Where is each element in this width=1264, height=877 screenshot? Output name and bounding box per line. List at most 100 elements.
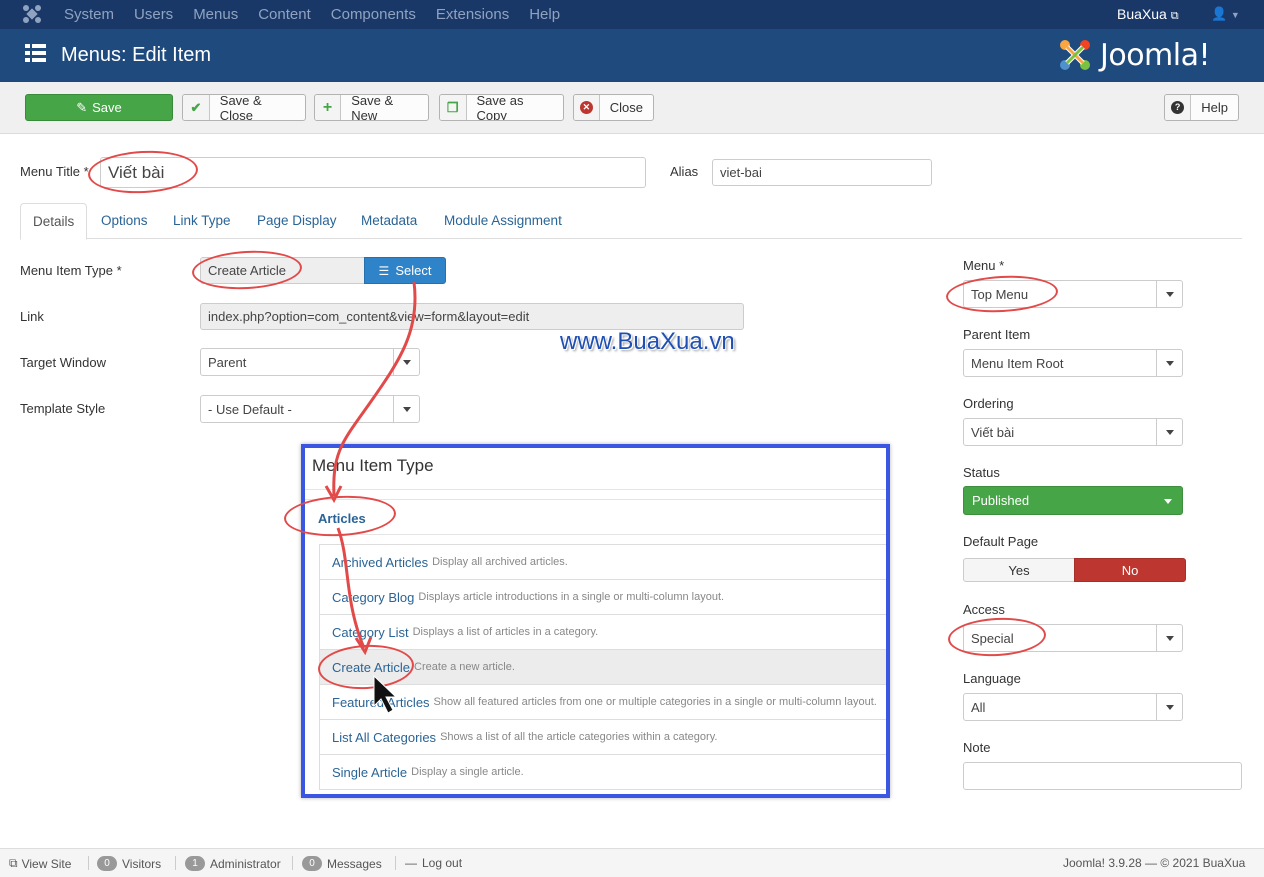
toolbar: ✎ Save ✔ Save & Close + Save & New ❐ Save…	[0, 82, 1264, 134]
target-window-label: Target Window	[20, 355, 106, 370]
joomla-logo-icon[interactable]	[22, 4, 42, 24]
panel-title: Menu Item Type	[312, 456, 434, 475]
view-site-link[interactable]: ⧉ View Site	[9, 856, 71, 871]
menu-help[interactable]: Help	[529, 6, 560, 23]
note-input[interactable]	[963, 762, 1242, 790]
save-new-label: Save & New	[351, 94, 394, 121]
template-style-select[interactable]: - Use Default -	[200, 395, 420, 423]
visitors-link[interactable]: 0 Visitors	[97, 856, 161, 871]
close-label: Close	[609, 100, 643, 115]
list-item[interactable]: Category Blog Displays article introducti…	[320, 580, 886, 615]
target-window-select[interactable]: Parent	[200, 348, 420, 376]
logout-label: Log out	[422, 856, 463, 870]
status-select[interactable]: Published	[963, 486, 1183, 515]
tab-details[interactable]: Details	[20, 203, 88, 240]
alias-input[interactable]: viet-bai	[712, 159, 932, 186]
user-icon: 👤	[1211, 6, 1228, 21]
brand-name: Joomla!	[1100, 38, 1211, 73]
item-name: Archived Articles	[332, 554, 429, 570]
view-site-label: View Site	[21, 856, 72, 871]
tab-options[interactable]: Options	[101, 203, 148, 239]
default-yes-button[interactable]: Yes	[963, 558, 1075, 582]
select-item-type-button[interactable]: ☰ Select	[364, 257, 446, 284]
help-label: Help	[1201, 100, 1228, 115]
annotation-circle	[191, 248, 303, 292]
parent-item-select[interactable]: Menu Item Root	[963, 349, 1183, 377]
parent-item-value: Menu Item Root	[971, 355, 1064, 371]
annotation-circle	[947, 615, 1047, 659]
messages-badge: 0	[302, 856, 322, 871]
menu-content[interactable]: Content	[258, 6, 311, 23]
menu-users[interactable]: Users	[134, 6, 173, 23]
close-button[interactable]: ✕ Close	[573, 94, 654, 121]
ordering-value: Viết bài	[971, 424, 1015, 440]
annotation-circle	[945, 273, 1059, 315]
note-label: Note	[963, 740, 991, 755]
access-label: Access	[963, 602, 1005, 617]
user-menu[interactable]: 👤 ▼	[1211, 6, 1240, 22]
menu-components[interactable]: Components	[331, 6, 416, 23]
list-menu-icon	[25, 44, 46, 62]
template-style-value: - Use Default -	[208, 401, 292, 417]
minus-icon: —	[405, 856, 417, 870]
link-label: Link	[20, 309, 44, 324]
visitors-label: Visitors	[122, 856, 162, 871]
save-new-button[interactable]: + Save & New	[314, 94, 429, 121]
menu-system[interactable]: System	[64, 6, 114, 23]
chevron-down-icon	[393, 396, 419, 422]
list-item[interactable]: Single Article Display a single article.	[320, 755, 886, 790]
status-value: Published	[972, 493, 1030, 508]
administrator-link[interactable]: 1 Administrator	[185, 856, 281, 871]
default-page-label: Default Page	[963, 534, 1039, 549]
admin-badge: 1	[185, 856, 205, 871]
save-copy-button[interactable]: ❐ Save as Copy	[439, 94, 564, 121]
help-button[interactable]: ? Help	[1164, 94, 1239, 121]
checkmark-icon: ✔	[183, 95, 210, 120]
status-footer: ⧉ View Site 0 Visitors 1 Administrator 0 Mes…	[0, 848, 1264, 877]
logout-link[interactable]: — Log out	[405, 856, 462, 870]
tab-module-assignment[interactable]: Module Assignment	[444, 203, 562, 239]
list-item[interactable]: Category List Displays a list of articles…	[320, 615, 886, 650]
item-name: Category Blog	[332, 589, 415, 605]
list-item[interactable]: List All Categories Shows a list of all t…	[320, 720, 886, 755]
item-name: Featured Articles	[332, 694, 430, 710]
plus-icon: +	[315, 95, 342, 120]
ordering-label: Ordering	[963, 396, 1014, 411]
item-desc: Display all archived articles.	[432, 556, 568, 568]
visitors-badge: 0	[97, 856, 117, 871]
list-item[interactable]: Archived Articles Display all archived ar…	[320, 545, 886, 580]
external-link-icon: ⧉	[9, 856, 18, 870]
close-icon: ✕	[574, 95, 600, 120]
save-close-button[interactable]: ✔ Save & Close	[182, 94, 306, 121]
item-desc: Shows a list of all the article categori…	[440, 731, 718, 743]
save-button[interactable]: ✎ Save	[25, 94, 173, 121]
chevron-down-icon	[1156, 350, 1182, 376]
target-window-value: Parent	[208, 354, 247, 370]
joomla-brand-icon	[1060, 40, 1090, 70]
watermark: www.BuaXua.vn	[560, 328, 735, 355]
copy-icon: ❐	[440, 95, 467, 120]
language-select[interactable]: All	[963, 693, 1183, 721]
item-name: List All Categories	[332, 729, 437, 745]
menu-label: Menu *	[963, 258, 1005, 273]
menu-extensions[interactable]: Extensions	[436, 6, 509, 23]
tab-link-type[interactable]: Link Type	[173, 203, 231, 239]
default-no-button[interactable]: No	[1074, 558, 1186, 582]
chevron-down-icon	[1164, 499, 1172, 504]
ordering-select[interactable]: Viết bài	[963, 418, 1183, 446]
item-desc: Create a new article.	[414, 661, 515, 673]
save-close-label: Save & Close	[219, 94, 262, 121]
messages-link[interactable]: 0 Messages	[302, 856, 382, 871]
select-label: Select	[395, 263, 432, 278]
language-label: Language	[963, 671, 1021, 686]
item-desc: Displays article introductions in a sing…	[418, 591, 725, 603]
list-item[interactable]: Featured Articles Show all featured artic…	[320, 685, 886, 720]
chevron-down-icon	[1156, 419, 1182, 445]
tab-page-display[interactable]: Page Display	[257, 203, 337, 239]
menu-menus[interactable]: Menus	[193, 6, 238, 23]
tab-metadata[interactable]: Metadata	[361, 203, 417, 239]
language-value: All	[971, 699, 986, 715]
site-link[interactable]: BuaXua ⧉	[1117, 6, 1179, 23]
annotation-circle	[86, 148, 200, 196]
page-title: Menus: Edit Item	[61, 44, 212, 66]
